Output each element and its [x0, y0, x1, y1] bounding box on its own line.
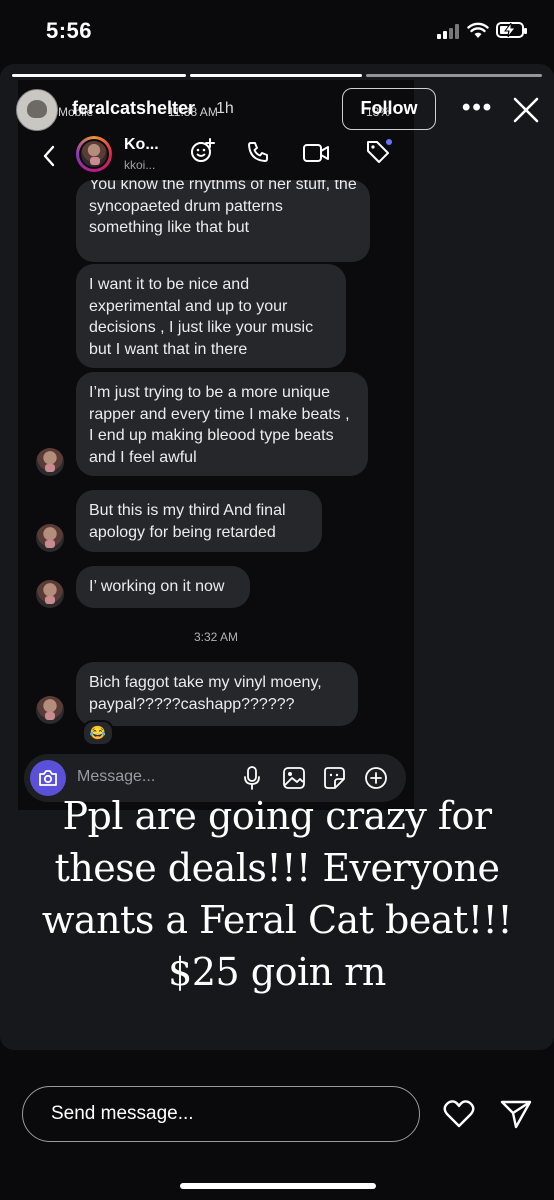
message-input[interactable]: Message...	[77, 768, 155, 786]
camera-icon	[39, 770, 57, 786]
message-bubble: I’ working on it now	[76, 566, 250, 608]
more-options-icon[interactable]: •••	[462, 94, 493, 122]
contact-handle: kkoi...	[124, 158, 156, 172]
add-icon[interactable]	[364, 766, 388, 790]
send-message-input[interactable]: Send message...	[22, 1086, 420, 1142]
caption-line: wants a Feral Cat beat!!!	[41, 898, 513, 942]
message-text: You know the rhythms of her stuff, the s…	[89, 180, 357, 236]
send-message-placeholder: Send message...	[51, 1103, 194, 1124]
message-text: I’ working on it now	[89, 578, 225, 595]
sender-avatar[interactable]	[36, 448, 64, 476]
charging-bolt-icon	[504, 23, 516, 37]
caption-line: Ppl are going crazy for	[62, 794, 492, 838]
progress-segment	[12, 74, 186, 77]
message-bubble: But this is my third And final apology f…	[76, 490, 322, 552]
video-call-icon[interactable]	[302, 142, 330, 164]
gallery-icon[interactable]	[282, 766, 306, 790]
sender-avatar[interactable]	[36, 524, 64, 552]
message-text: But this is my third And final apology f…	[89, 502, 286, 541]
message-text: I want it to be nice and experimental an…	[89, 276, 314, 358]
wifi-icon	[467, 22, 489, 38]
heart-icon[interactable]	[443, 1100, 475, 1128]
progress-segment	[366, 74, 542, 77]
story-age: 1h	[216, 100, 234, 117]
close-icon[interactable]	[512, 96, 540, 124]
follow-button[interactable]: Follow	[342, 88, 436, 130]
message-bubble: You know the rhythms of her stuff, the s…	[76, 180, 370, 262]
sender-avatar[interactable]	[36, 696, 64, 724]
effects-icon[interactable]	[190, 138, 216, 164]
message-timestamp: 3:32 AM	[193, 630, 239, 644]
battery-icon	[496, 22, 527, 38]
story-caption: Ppl are going crazy for these deals!!! E…	[14, 790, 540, 998]
home-indicator	[180, 1183, 376, 1189]
sender-avatar[interactable]	[36, 580, 64, 608]
caption-line: $25 goin rn	[168, 950, 386, 994]
contact-name[interactable]: Ko...	[124, 136, 159, 154]
caption-line: these deals!!! Everyone	[54, 846, 500, 890]
phone-icon[interactable]	[246, 140, 270, 164]
cellular-signal-icon	[437, 24, 463, 39]
status-time: 5:56	[46, 18, 93, 43]
story-username[interactable]: feralcatshelter	[72, 98, 195, 119]
message-bubble: Bich faggot take my vinyl moeny, paypal?…	[76, 662, 358, 726]
back-icon[interactable]	[42, 144, 56, 168]
story-author-avatar[interactable]	[16, 89, 58, 131]
message-bubble: I’m just trying to be a more unique rapp…	[76, 372, 368, 476]
message-text: I’m just trying to be a more unique rapp…	[89, 384, 350, 466]
progress-segment	[190, 74, 362, 77]
dm-screenshot: Mobile 11:38 AM 13% Ko... kkoi... You kn…	[18, 80, 414, 810]
reaction-badge[interactable]: 😂	[82, 720, 114, 746]
message-text: Bich faggot take my vinyl moeny, paypal?…	[89, 674, 322, 713]
message-bubble: I want it to be nice and experimental an…	[76, 264, 346, 368]
sticker-icon[interactable]	[322, 766, 346, 790]
share-icon[interactable]	[500, 1099, 532, 1129]
tag-icon[interactable]	[364, 138, 392, 166]
contact-avatar[interactable]	[76, 136, 112, 172]
microphone-icon[interactable]	[242, 766, 262, 790]
